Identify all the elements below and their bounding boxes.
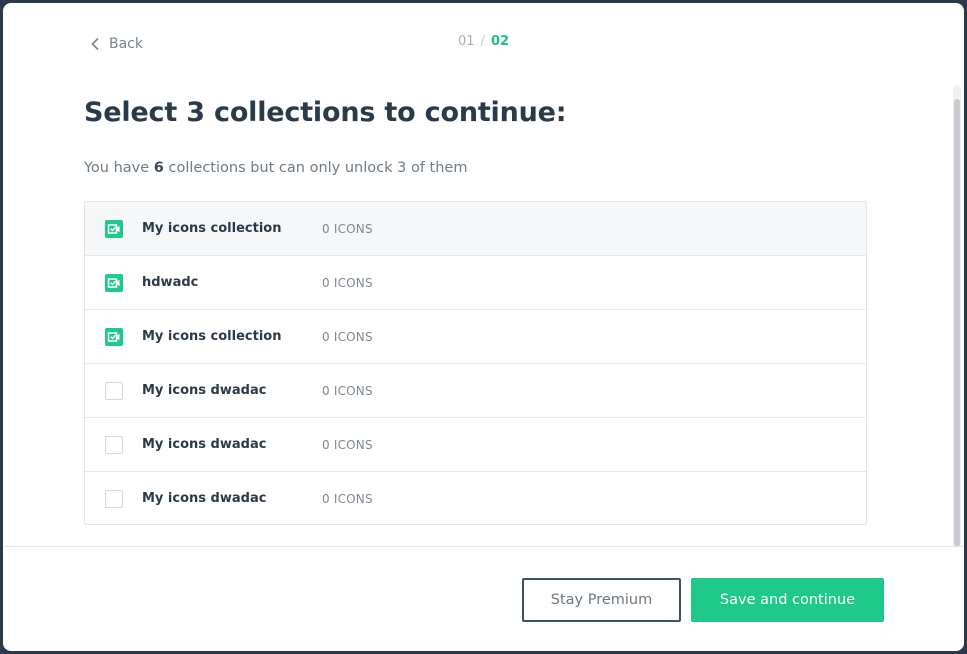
- step-first: 01: [458, 34, 475, 49]
- collection-row[interactable]: My icons collection 0 ICONS: [85, 202, 866, 256]
- collection-name: My icons dwadac: [142, 437, 267, 452]
- checkmark-icon: [107, 224, 120, 234]
- chevron-left-icon: [91, 38, 99, 50]
- collection-count: 0 ICONS: [322, 438, 373, 452]
- collection-checkbox[interactable]: [105, 274, 123, 292]
- collections-list: My icons collection 0 ICONS hdwadc 0 ICO…: [84, 201, 867, 525]
- page-title: Select 3 collections to continue:: [84, 97, 567, 128]
- collection-name: My icons dwadac: [142, 383, 267, 398]
- page-subtitle: You have 6 collections but can only unlo…: [84, 160, 467, 176]
- collection-count: 0 ICONS: [322, 276, 373, 290]
- collection-row[interactable]: My icons dwadac 0 ICONS: [85, 418, 866, 472]
- step-indicator: 01 / 02: [458, 34, 509, 49]
- collection-row[interactable]: My icons collection 0 ICONS: [85, 310, 866, 364]
- checkmark-icon: [107, 278, 120, 288]
- collection-checkbox[interactable]: [105, 220, 123, 238]
- modal-topbar: Back 01 / 02: [3, 3, 964, 83]
- collection-name: My icons collection: [142, 221, 282, 236]
- collection-checkbox[interactable]: [105, 436, 123, 454]
- collection-count: 0 ICONS: [322, 384, 373, 398]
- footer-divider: [3, 546, 964, 547]
- stay-premium-button[interactable]: Stay Premium: [522, 578, 681, 622]
- collection-name: hdwadc: [142, 275, 199, 290]
- subtitle-count: 6: [153, 160, 164, 176]
- collection-checkbox[interactable]: [105, 490, 123, 508]
- back-label: Back: [109, 36, 143, 52]
- collection-count: 0 ICONS: [322, 330, 373, 344]
- collection-checkbox[interactable]: [105, 328, 123, 346]
- collection-row[interactable]: hdwadc 0 ICONS: [85, 256, 866, 310]
- checkmark-icon: [107, 332, 120, 342]
- back-button[interactable]: Back: [91, 33, 143, 55]
- step-current: 02: [490, 34, 510, 49]
- collection-name: My icons collection: [142, 329, 282, 344]
- scrollbar-thumb[interactable]: [954, 99, 960, 547]
- scrollbar[interactable]: [953, 85, 961, 547]
- unlock-collections-modal: Back 01 / 02 Select 3 collections to con…: [3, 3, 964, 651]
- collection-name: My icons dwadac: [142, 491, 267, 506]
- collection-row[interactable]: My icons dwadac 0 ICONS: [85, 364, 866, 418]
- collection-row[interactable]: My icons dwadac 0 ICONS: [85, 472, 866, 526]
- collection-count: 0 ICONS: [322, 492, 373, 506]
- save-and-continue-button[interactable]: Save and continue: [691, 578, 884, 622]
- collection-count: 0 ICONS: [322, 222, 373, 236]
- subtitle-suffix: collections but can only unlock 3 of the…: [163, 160, 468, 176]
- subtitle-prefix: You have: [84, 160, 154, 176]
- step-separator: /: [480, 34, 485, 49]
- collection-checkbox[interactable]: [105, 382, 123, 400]
